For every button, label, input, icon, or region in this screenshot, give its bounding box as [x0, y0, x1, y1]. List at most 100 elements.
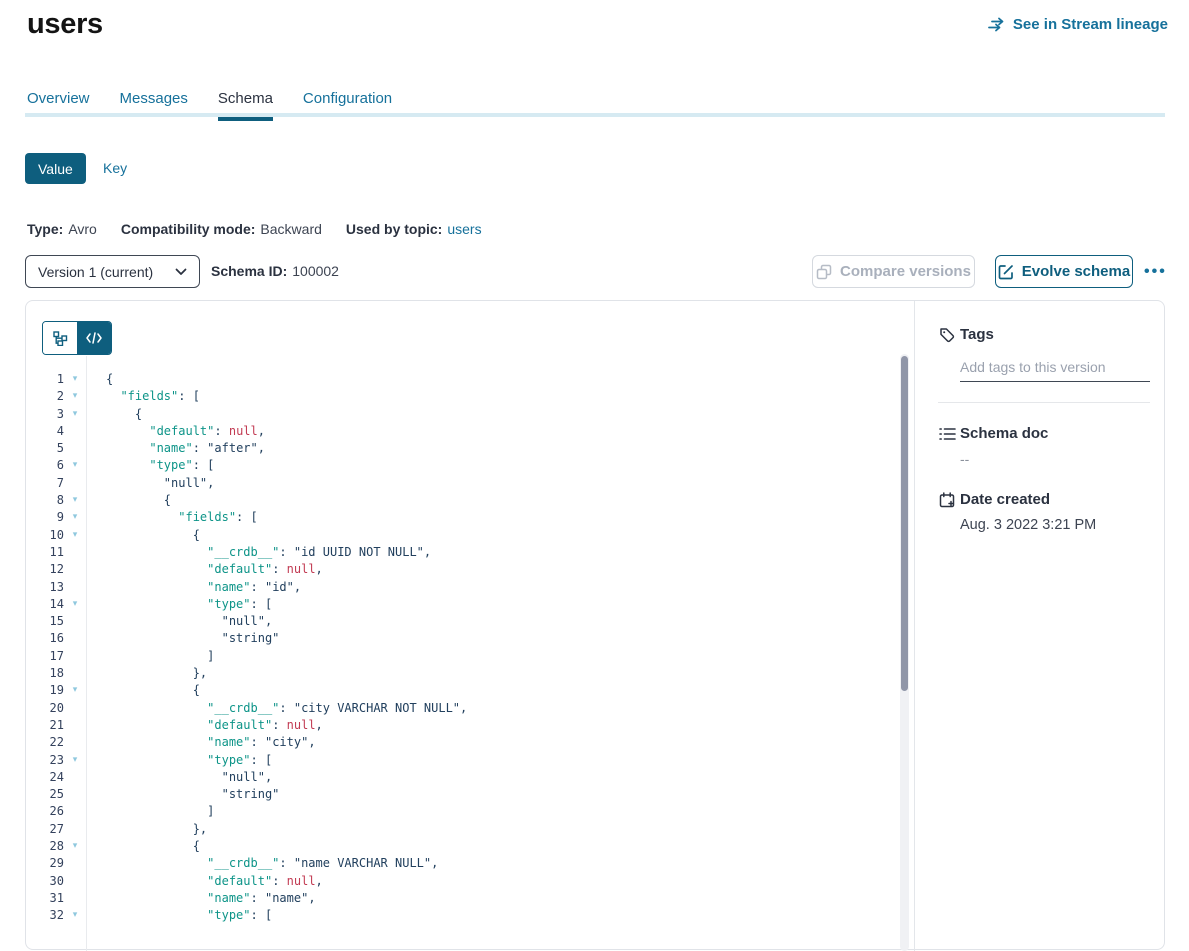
- code-line: 6▾ "type": [: [26, 457, 916, 474]
- compare-copy-icon: [816, 264, 832, 280]
- tree-view-button[interactable]: [43, 322, 77, 354]
- code-line: 8▾ {: [26, 492, 916, 509]
- add-tags-input[interactable]: [960, 355, 1150, 382]
- code-text: "default": null,: [86, 423, 265, 440]
- code-line: 25 "string": [26, 786, 916, 803]
- line-number: 10: [26, 527, 64, 544]
- line-number: 20: [26, 700, 64, 717]
- code-text: {: [86, 682, 200, 699]
- fold-arrow-icon[interactable]: ▾: [64, 492, 86, 509]
- value-toggle-button[interactable]: Value: [25, 153, 86, 184]
- code-text: },: [86, 665, 207, 682]
- schema-card: 1▾{2▾ "fields": [3▾ {4 "default": null,5…: [25, 300, 1165, 950]
- code-line: 20 "__crdb__": "city VARCHAR NOT NULL",: [26, 700, 916, 717]
- code-line: 2▾ "fields": [: [26, 388, 916, 405]
- fold-arrow-icon[interactable]: ▾: [64, 371, 86, 388]
- line-number: 7: [26, 475, 64, 492]
- schema-code-editor[interactable]: 1▾{2▾ "fields": [3▾ {4 "default": null,5…: [26, 356, 916, 951]
- fold-spacer: [64, 717, 86, 734]
- evolve-schema-label: Evolve schema: [1022, 263, 1130, 280]
- line-number: 24: [26, 769, 64, 786]
- code-view-button[interactable]: [77, 322, 111, 354]
- editor-view-toggle: [42, 321, 112, 355]
- code-lines: 1▾{2▾ "fields": [3▾ {4 "default": null,5…: [26, 371, 916, 925]
- version-select[interactable]: Version 1 (current): [25, 255, 200, 288]
- code-text: "type": [: [86, 752, 272, 769]
- code-text: "null",: [86, 613, 272, 630]
- evolve-schema-button[interactable]: Evolve schema: [995, 255, 1133, 288]
- fold-spacer: [64, 803, 86, 820]
- fold-arrow-icon[interactable]: ▾: [64, 752, 86, 769]
- code-text: "default": null,: [86, 561, 323, 578]
- line-number: 30: [26, 873, 64, 890]
- line-number: 19: [26, 682, 64, 699]
- fold-spacer: [64, 665, 86, 682]
- code-line: 18 },: [26, 665, 916, 682]
- line-number: 29: [26, 855, 64, 872]
- fold-arrow-icon[interactable]: ▾: [64, 527, 86, 544]
- code-line: 19▾ {: [26, 682, 916, 699]
- topic-link[interactable]: users: [447, 221, 481, 237]
- code-text: "type": [: [86, 457, 214, 474]
- stream-lineage-label: See in Stream lineage: [1013, 16, 1168, 33]
- code-text: "name": "name",: [86, 890, 316, 907]
- used-by-topic-label: Used by topic:: [346, 221, 442, 237]
- sidebar-divider: [938, 402, 1150, 403]
- fold-spacer: [64, 423, 86, 440]
- line-number: 4: [26, 423, 64, 440]
- page-title: users: [27, 8, 103, 41]
- code-text: "string": [86, 786, 279, 803]
- fold-arrow-icon[interactable]: ▾: [64, 509, 86, 526]
- fold-spacer: [64, 630, 86, 647]
- editor-scrollbar-thumb[interactable]: [901, 356, 908, 691]
- line-number: 9: [26, 509, 64, 526]
- code-text: "name": "city",: [86, 734, 316, 751]
- edit-icon: [998, 264, 1014, 280]
- code-text: "fields": [: [86, 509, 258, 526]
- line-number: 23: [26, 752, 64, 769]
- see-in-stream-lineage-link[interactable]: See in Stream lineage: [988, 16, 1168, 33]
- schema-doc-value: --: [938, 451, 1164, 467]
- line-number: 17: [26, 648, 64, 665]
- fold-arrow-icon[interactable]: ▾: [64, 682, 86, 699]
- code-view-icon: [86, 332, 102, 344]
- fold-arrow-icon[interactable]: ▾: [64, 457, 86, 474]
- code-text: "default": null,: [86, 717, 323, 734]
- code-text: "__crdb__": "city VARCHAR NOT NULL",: [86, 700, 467, 717]
- editor-scrollbar[interactable]: [900, 354, 909, 951]
- line-number: 3: [26, 406, 64, 423]
- code-line: 12 "default": null,: [26, 561, 916, 578]
- line-number: 31: [26, 890, 64, 907]
- more-options-button[interactable]: •••: [1144, 255, 1167, 288]
- stream-lineage-icon: [988, 17, 1006, 32]
- tags-heading-label: Tags: [960, 326, 994, 343]
- code-line: 22 "name": "city",: [26, 734, 916, 751]
- fold-arrow-icon[interactable]: ▾: [64, 388, 86, 405]
- code-line: 26 ]: [26, 803, 916, 820]
- line-number: 15: [26, 613, 64, 630]
- code-line: 10▾ {: [26, 527, 916, 544]
- schema-id: Schema ID: 100002: [211, 263, 339, 279]
- fold-spacer: [64, 821, 86, 838]
- code-line: 21 "default": null,: [26, 717, 916, 734]
- schema-doc-section-heading: Schema doc: [938, 425, 1164, 442]
- tags-section-heading: Tags: [938, 326, 1164, 343]
- compare-versions-button[interactable]: Compare versions: [812, 255, 975, 288]
- fold-arrow-icon[interactable]: ▾: [64, 838, 86, 855]
- code-line: 3▾ {: [26, 406, 916, 423]
- line-number: 22: [26, 734, 64, 751]
- date-created-value: Aug. 3 2022 3:21 PM: [938, 517, 1164, 533]
- line-number: 1: [26, 371, 64, 388]
- compatibility-label: Compatibility mode:: [121, 221, 256, 237]
- line-number: 8: [26, 492, 64, 509]
- code-text: {: [86, 371, 113, 388]
- fold-spacer: [64, 475, 86, 492]
- line-number: 25: [26, 786, 64, 803]
- fold-arrow-icon[interactable]: ▾: [64, 596, 86, 613]
- code-line: 7 "null",: [26, 475, 916, 492]
- fold-arrow-icon[interactable]: ▾: [64, 406, 86, 423]
- code-text: },: [86, 821, 207, 838]
- compare-versions-label: Compare versions: [840, 263, 971, 280]
- key-toggle-button[interactable]: Key: [103, 160, 127, 176]
- code-line: 11 "__crdb__": "id UUID NOT NULL",: [26, 544, 916, 561]
